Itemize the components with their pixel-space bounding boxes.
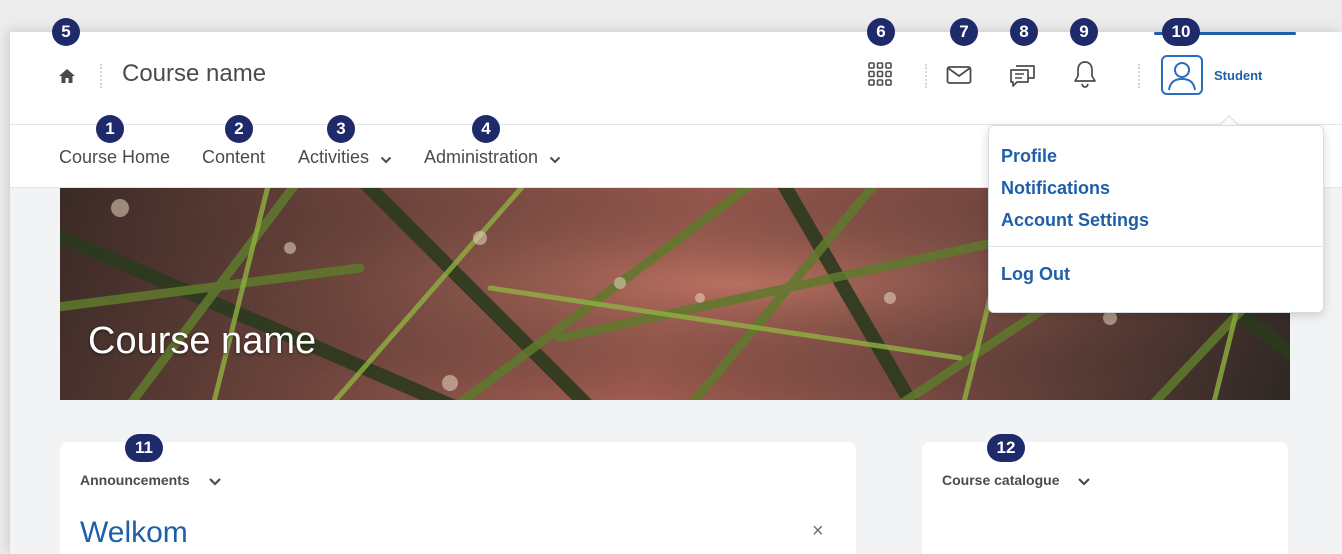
widget-title: Announcements xyxy=(80,472,190,488)
callout-badge: 12 xyxy=(987,434,1025,462)
chevron-down-icon xyxy=(380,148,392,169)
widget-header[interactable]: Course catalogue xyxy=(942,472,1091,489)
course-title-link[interactable]: Course name xyxy=(122,60,266,88)
callout-badge: 2 xyxy=(225,115,253,143)
divider xyxy=(1138,64,1140,88)
user-name-label[interactable]: Student xyxy=(1214,68,1262,83)
callout-badge: 10 xyxy=(1162,18,1200,46)
callout-badge: 4 xyxy=(472,115,500,143)
callout-badge: 7 xyxy=(950,18,978,46)
divider xyxy=(100,64,102,88)
chevron-down-icon xyxy=(549,148,561,169)
home-icon[interactable] xyxy=(58,67,76,85)
chevron-down-icon[interactable] xyxy=(208,473,222,489)
chevron-down-icon[interactable] xyxy=(1077,473,1091,489)
callout-badge: 1 xyxy=(96,115,124,143)
widget-title: Course catalogue xyxy=(942,472,1060,488)
nav-item-administration[interactable]: Administration xyxy=(424,147,561,169)
announcements-widget: Announcements Welkom × xyxy=(60,442,856,554)
callout-badge: 3 xyxy=(327,115,355,143)
nav-item-label: Administration xyxy=(424,147,539,167)
callout-badge: 6 xyxy=(867,18,895,46)
callout-badge: 11 xyxy=(125,434,163,462)
user-icon[interactable] xyxy=(1161,55,1203,95)
menu-item-account-settings[interactable]: Account Settings xyxy=(1001,210,1149,231)
nav-item-content[interactable]: Content xyxy=(202,147,265,168)
user-dropdown-menu: Profile Notifications Account Settings L… xyxy=(988,125,1325,313)
callout-badge: 9 xyxy=(1070,18,1098,46)
chat-icon[interactable] xyxy=(1008,60,1038,95)
close-icon[interactable]: × xyxy=(812,520,824,543)
menu-item-notifications[interactable]: Notifications xyxy=(1001,178,1110,199)
nav-item-course-home[interactable]: Course Home xyxy=(59,147,170,168)
top-bar: Course name Student xyxy=(10,32,1342,124)
bell-icon[interactable] xyxy=(1072,59,1098,94)
menu-divider xyxy=(989,246,1325,247)
callout-badge: 8 xyxy=(1010,18,1038,46)
nav-item-activities[interactable]: Activities xyxy=(298,147,392,169)
menu-item-log-out[interactable]: Log Out xyxy=(1001,264,1070,285)
banner-title: Course name xyxy=(88,320,317,362)
divider xyxy=(925,64,927,88)
course-catalogue-widget: Course catalogue xyxy=(922,442,1288,554)
menu-item-profile[interactable]: Profile xyxy=(1001,146,1057,167)
mail-icon[interactable] xyxy=(946,65,972,90)
grid-icon[interactable] xyxy=(868,62,892,91)
announcement-title-link[interactable]: Welkom xyxy=(80,516,188,550)
nav-item-label: Activities xyxy=(298,147,370,167)
widget-header[interactable]: Announcements xyxy=(80,472,222,489)
nav-item-label: Content xyxy=(202,147,266,167)
nav-item-label: Course Home xyxy=(59,147,171,167)
callout-badge: 5 xyxy=(52,18,80,46)
